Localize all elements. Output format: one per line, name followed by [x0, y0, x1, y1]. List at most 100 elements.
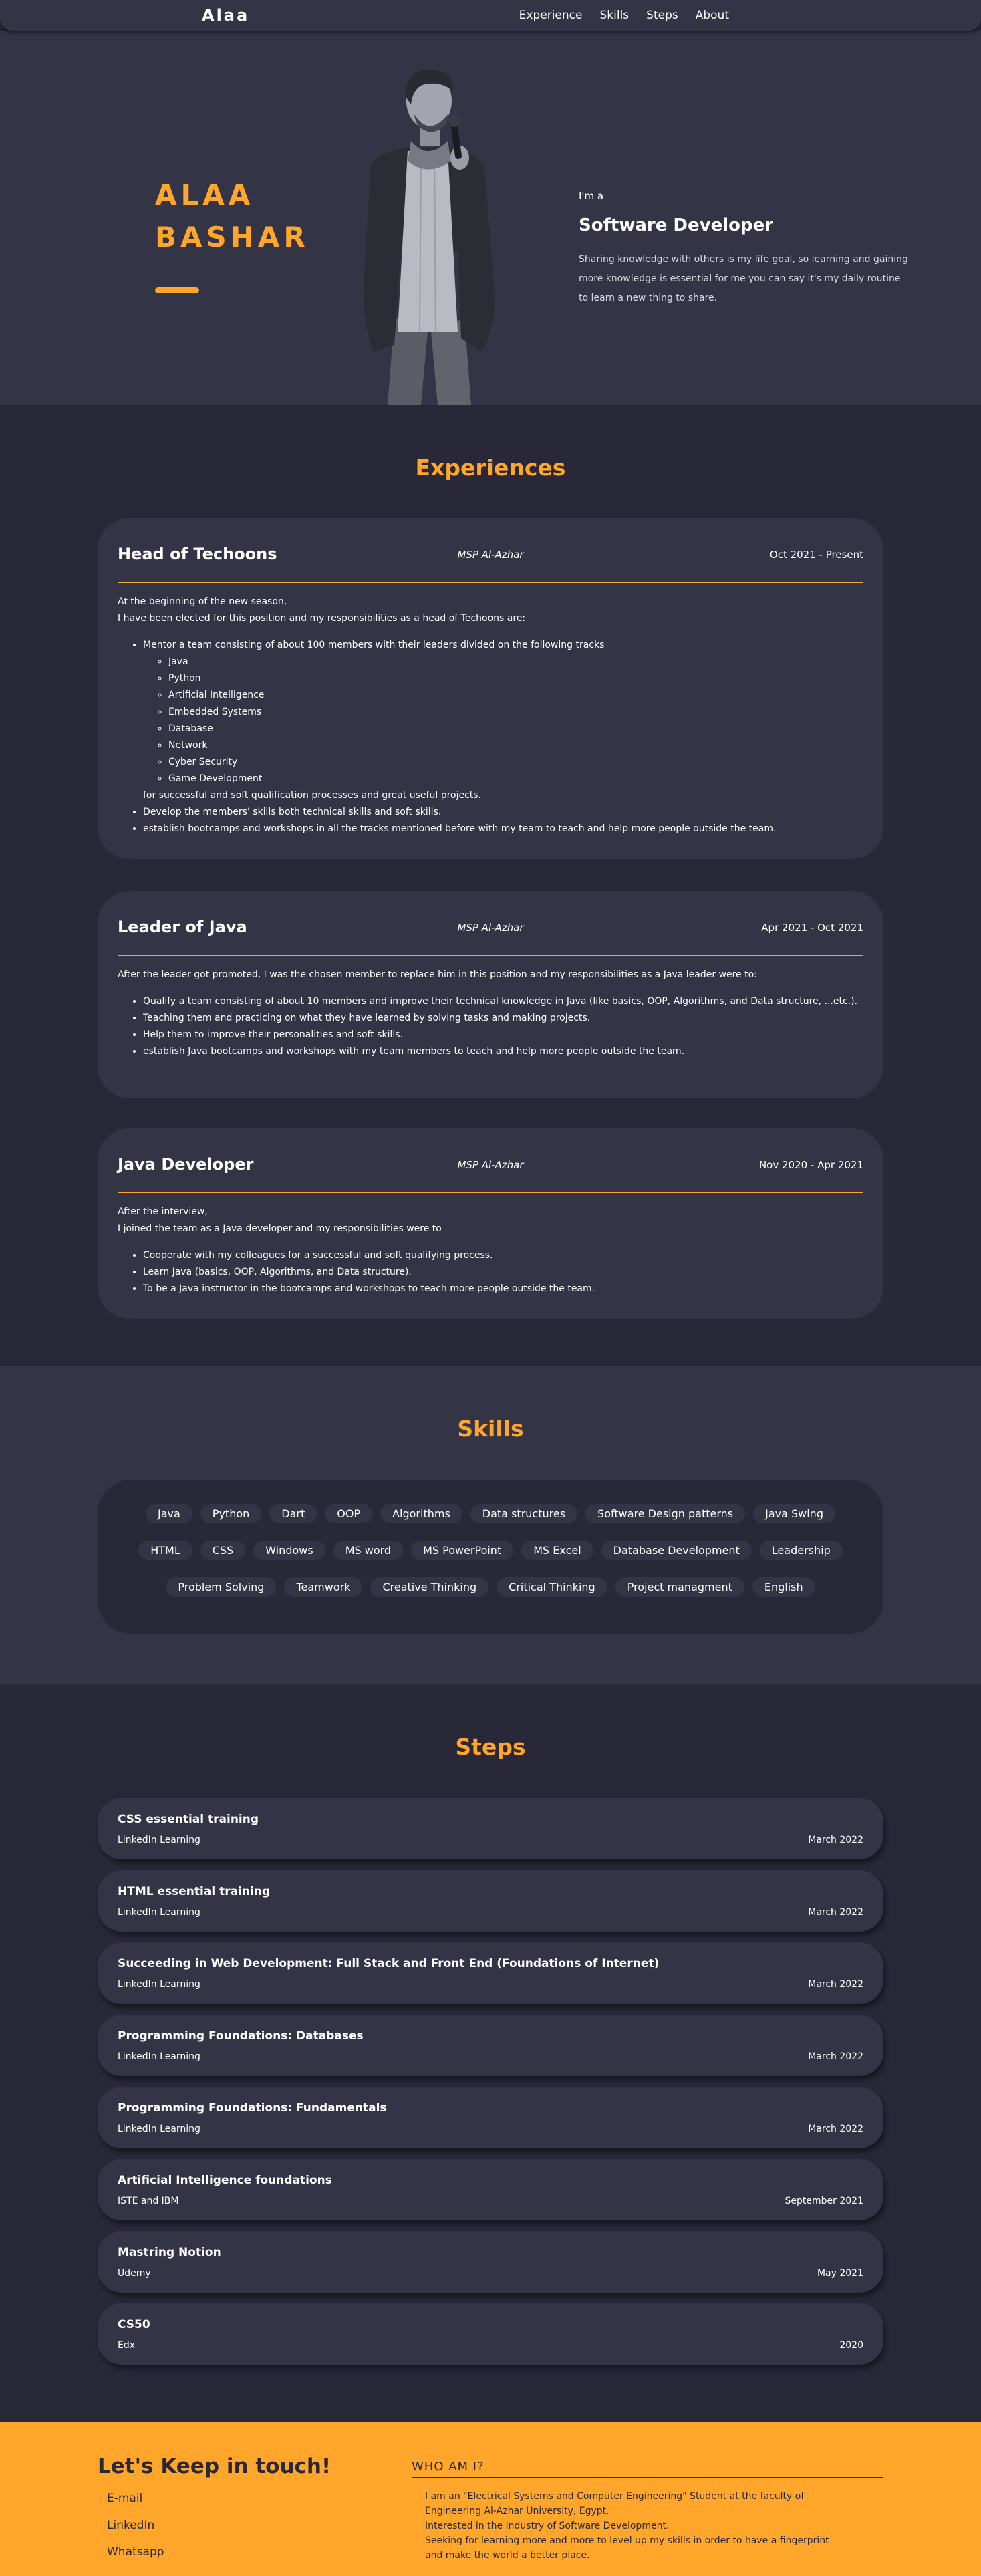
steps-title: Steps [455, 1734, 526, 1760]
skill-pill: Software Design patterns [585, 1504, 746, 1523]
step-source: Udemy [118, 2268, 151, 2279]
skill-pill: Leadership [759, 1541, 843, 1560]
skill-pill: Teamwork [284, 1577, 363, 1597]
step-date: March 2022 [808, 2123, 863, 2134]
list-item: Develop the members' skills both technic… [143, 804, 863, 821]
list-item: Cooperate with my colleagues for a succe… [143, 1247, 863, 1264]
list-item: Qualify a team consisting of about 10 me… [143, 993, 863, 1010]
list-item: Teaching them and practicing on what the… [143, 1010, 863, 1027]
step-card: HTML essential training LinkedIn Learnin… [98, 1870, 883, 1932]
track-item: Artificial Intelligence [168, 687, 863, 704]
speaker-photo [363, 69, 495, 405]
skills-row: HTML CSS Windows MS word MS PowerPoint M… [120, 1541, 861, 1560]
logo[interactable]: Alaa [202, 6, 249, 25]
step-title: CSS essential training [118, 1813, 259, 1826]
step-title: Mastring Notion [118, 2246, 221, 2259]
experience-date: Apr 2021 - Oct 2021 [761, 922, 863, 934]
step-date: March 2022 [808, 2051, 863, 2062]
list-item: establish bootcamps and workshops in all… [143, 821, 863, 838]
skill-pill: Algorithms [380, 1504, 462, 1523]
about-line: Seeking for learning more and more to le… [425, 2535, 829, 2546]
footer-link-whatsapp[interactable]: Whatsapp [107, 2545, 164, 2559]
experiences-title: Experiences [415, 455, 566, 481]
experience-card: Java Developer MSP Al-Azhar Nov 2020 - A… [98, 1128, 883, 1319]
experience-intro: After the leader got promoted, I was the… [118, 969, 757, 980]
bullet-text: for successful and soft qualification pr… [143, 790, 482, 801]
step-card: Artificial Intelligence foundations ISTE… [98, 2159, 883, 2220]
track-item: Game Development [168, 771, 863, 787]
list-item: Learn Java (basics, OOP, Algorithms, and… [143, 1264, 863, 1281]
nav-link-skills[interactable]: Skills [599, 9, 629, 22]
step-title: Programming Foundations: Fundamentals [118, 2101, 387, 2115]
about-line: and make the world a better place. [425, 2550, 590, 2561]
footer: Let's Keep in touch! E-mail LinkedIn Wha… [0, 2422, 981, 2576]
experience-body: At the beginning of the new season, I ha… [118, 594, 863, 838]
nav-link-experience[interactable]: Experience [519, 9, 583, 22]
skill-pill: Java Swing [753, 1504, 835, 1523]
step-date: March 2022 [808, 1835, 863, 1845]
about-line: Engineering Al-Azhar University, Egypt. [425, 2506, 609, 2517]
footer-link-email[interactable]: E-mail [107, 2492, 142, 2505]
experience-card: Leader of Java MSP Al-Azhar Apr 2021 - O… [98, 891, 883, 1098]
skill-pill: CSS [200, 1541, 246, 1560]
hero-intro: I'm a [579, 190, 604, 202]
footer-link-linkedin[interactable]: LinkedIn [107, 2519, 154, 2532]
experience-card: Head of Techoons MSP Al-Azhar Oct 2021 -… [98, 518, 883, 859]
about-text: I am an "Electrical Systems and Computer… [425, 2489, 886, 2563]
skill-pill: Problem Solving [166, 1577, 277, 1597]
hero-underline [155, 287, 199, 293]
experience-intro: At the beginning of the new season, [118, 596, 287, 607]
experience-date: Nov 2020 - Apr 2021 [758, 1159, 863, 1171]
step-source: ISTE and IBM [118, 2196, 179, 2206]
nav-links: Experience Skills Steps About [519, 9, 729, 22]
hero-first-name: ALAA [155, 178, 255, 211]
step-date: March 2022 [808, 1979, 863, 1990]
experience-body: After the interview, I joined the team a… [118, 1204, 863, 1297]
skill-pill: Project managment [615, 1577, 744, 1597]
hero-section: ALAA BASHAR I'm a Software Developer Sha… [0, 31, 981, 405]
divider [118, 1192, 863, 1193]
step-source: LinkedIn Learning [118, 1979, 200, 1990]
skill-pill: Java [146, 1504, 192, 1523]
skills-box: Java Python Dart OOP Algorithms Data str… [98, 1480, 883, 1634]
experience-org: MSP Al-Azhar [457, 922, 524, 934]
track-item: Python [168, 670, 863, 687]
skills-title: Skills [457, 1416, 524, 1442]
skills-row: Java Python Dart OOP Algorithms Data str… [120, 1504, 861, 1523]
step-title: CS50 [118, 2318, 150, 2331]
skill-pill: HTML [138, 1541, 192, 1560]
who-am-i-title: WHO AM I? [412, 2460, 484, 2474]
nav-link-steps[interactable]: Steps [646, 9, 678, 22]
step-card: CS50 Edx 2020 [98, 2303, 883, 2365]
skill-pill: OOP [325, 1504, 373, 1523]
skill-pill: MS Excel [521, 1541, 593, 1560]
step-card: Succeeding in Web Development: Full Stac… [98, 1942, 883, 2004]
divider [118, 955, 863, 956]
skill-pill: Windows [253, 1541, 325, 1560]
step-card: Programming Foundations: Fundamentals Li… [98, 2087, 883, 2148]
hero-name: ALAA BASHAR [155, 174, 309, 258]
step-card: Mastring Notion Udemy May 2021 [98, 2231, 883, 2293]
hero-description: Sharing knowledge with others is my life… [579, 254, 908, 303]
step-title: Programming Foundations: Databases [118, 2029, 364, 2043]
list-item: To be a Java instructor in the bootcamps… [143, 1281, 863, 1297]
about-line: I am an "Electrical Systems and Computer… [425, 2491, 805, 2502]
step-source: LinkedIn Learning [118, 1907, 200, 1918]
divider [412, 2477, 883, 2478]
step-card: Programming Foundations: Databases Linke… [98, 2015, 883, 2076]
skill-pill: Python [200, 1504, 262, 1523]
divider [118, 582, 863, 583]
step-title: HTML essential training [118, 1885, 271, 1898]
step-date: May 2021 [817, 2268, 863, 2279]
track-item: Embedded Systems [168, 704, 863, 721]
nav-link-about[interactable]: About [696, 9, 729, 22]
step-title: Artificial Intelligence foundations [118, 2174, 332, 2187]
skill-pill: Data structures [470, 1504, 578, 1523]
step-source: LinkedIn Learning [118, 1835, 200, 1845]
step-source: Edx [118, 2340, 136, 2351]
list-item: Help them to improve their personalities… [143, 1027, 863, 1043]
skill-pill: English [752, 1577, 815, 1597]
step-card: CSS essential training LinkedIn Learning… [98, 1798, 883, 1859]
hero-role: Software Developer [579, 215, 774, 235]
skill-pill: Dart [269, 1504, 317, 1523]
